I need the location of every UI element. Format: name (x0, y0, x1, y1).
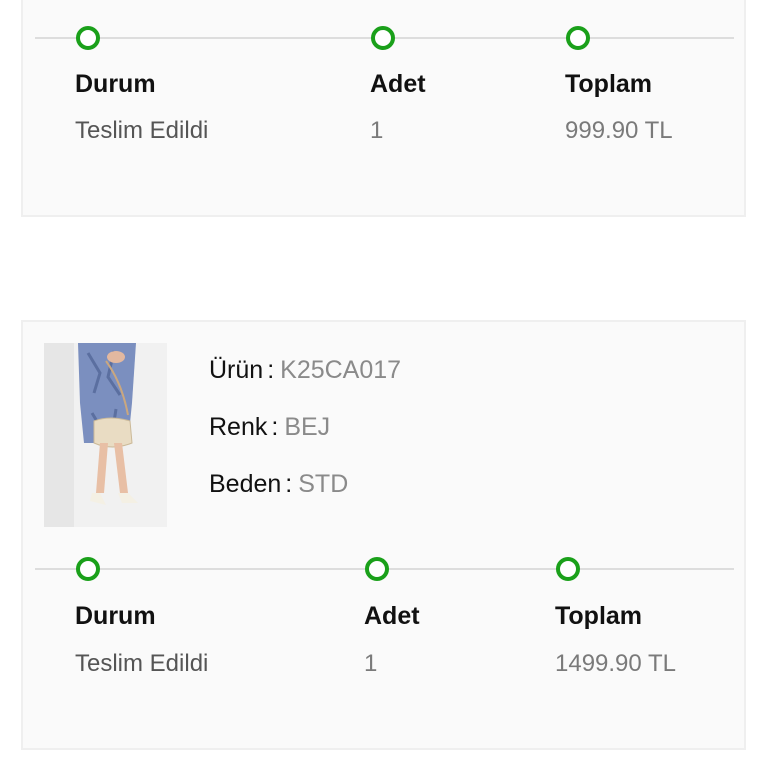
toplam-value: 1499.90 TL (555, 650, 676, 677)
durum-value: Teslim Edildi (75, 650, 209, 677)
adet-label: Adet (370, 70, 426, 98)
durum-label: Durum (75, 602, 156, 630)
product-color-row: Renk: BEJ (209, 413, 331, 441)
product-size-label: Beden (209, 470, 282, 498)
durum-value: Teslim Edildi (75, 117, 209, 144)
product-color-value: BEJ (284, 413, 331, 441)
toplam-value: 999.90 TL (565, 117, 673, 144)
toplam-label: Toplam (565, 70, 653, 98)
product-color-label: Renk (209, 413, 268, 441)
product-size-row: Beden: STD (209, 470, 349, 498)
product-code-row: Ürün: K25CA017 (209, 356, 402, 384)
product-code-value: K25CA017 (280, 356, 402, 384)
product-image[interactable] (44, 343, 167, 527)
adet-label: Adet (364, 602, 420, 630)
toplam-label: Toplam (555, 602, 643, 630)
product-code-label: Ürün (209, 356, 264, 384)
status-dot-icon (76, 26, 100, 50)
status-dot-icon (566, 26, 590, 50)
durum-label: Durum (75, 70, 156, 98)
product-size-value: STD (298, 470, 349, 498)
order-item-card: Ürün: K25CA017 Renk: BEJ Beden: STD Durum A… (21, 320, 746, 750)
status-dot-icon (556, 557, 580, 581)
adet-value: 1 (370, 117, 384, 144)
order-item-card: Durum Adet Toplam Teslim Edildi 1 999.90… (21, 0, 746, 217)
status-dot-icon (371, 26, 395, 50)
status-dot-icon (365, 557, 389, 581)
adet-value: 1 (364, 650, 378, 677)
product-photo-icon (44, 343, 167, 527)
status-dot-icon (76, 557, 100, 581)
